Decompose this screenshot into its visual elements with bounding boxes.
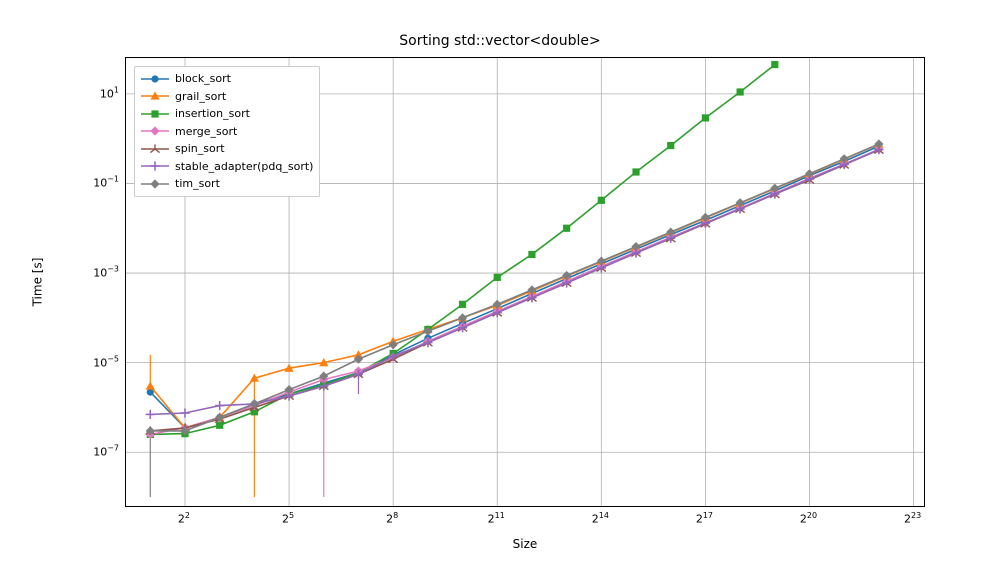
legend-swatch [141,72,169,86]
x-tick: 28 [386,511,398,526]
legend-label: grail_sort [175,90,226,103]
x-tick: 223 [904,511,921,526]
x-tick: 25 [282,511,294,526]
y-tick: 101 [83,86,119,101]
legend-swatch [141,107,169,121]
legend-label: insertion_sort [175,107,250,120]
legend-item: insertion_sort [141,105,313,123]
legend-label: spin_sort [175,142,225,155]
legend-swatch [141,159,169,173]
x-tick: 211 [488,511,505,526]
legend-label: merge_sort [175,125,237,138]
y-tick: 10−1 [83,175,119,190]
figure: Sorting std::vector<double> Time [s] blo… [0,0,1000,566]
legend: block_sort grail_sort insertion_sort merge_… [134,66,320,197]
legend-swatch [141,124,169,138]
legend-item: grail_sort [141,88,313,106]
legend-swatch [141,177,169,191]
legend-label: tim_sort [175,177,220,190]
y-tick: 10−7 [83,444,119,459]
x-tick: 22 [178,511,190,526]
x-tick: 217 [696,511,713,526]
legend-item: tim_sort [141,175,313,193]
legend-item: merge_sort [141,123,313,141]
legend-swatch [141,89,169,103]
legend-label: block_sort [175,72,231,85]
legend-item: block_sort [141,70,313,88]
legend-label: stable_adapter(pdq_sort) [175,160,313,173]
y-axis-label: Time [s] [30,57,44,507]
y-tick: 10−5 [83,354,119,369]
legend-item: stable_adapter(pdq_sort) [141,158,313,176]
y-tick: 10−3 [83,265,119,280]
x-axis-label: Size [125,537,925,551]
plot-area: block_sort grail_sort insertion_sort merge_… [125,57,925,507]
chart-title: Sorting std::vector<double> [0,33,1000,49]
legend-item: spin_sort [141,140,313,158]
x-tick: 220 [800,511,817,526]
x-tick: 214 [592,511,609,526]
legend-swatch [141,142,169,156]
